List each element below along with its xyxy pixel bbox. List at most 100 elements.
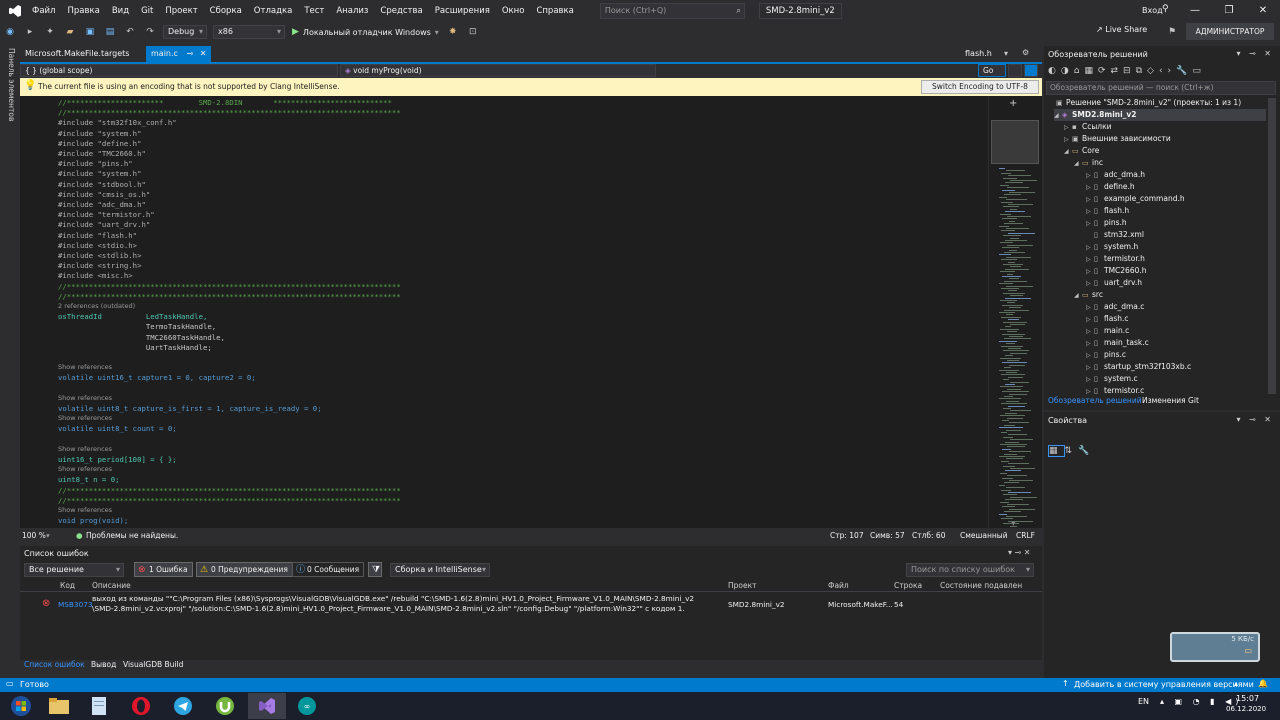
feedback-icon[interactable]: ⚑: [1164, 24, 1180, 40]
line-indicator[interactable]: Стр: 107: [830, 531, 864, 540]
utorrent-icon[interactable]: [206, 693, 244, 719]
sync-icon[interactable]: ⇄: [1111, 66, 1124, 76]
close-button[interactable]: ✕: [1246, 0, 1280, 22]
tree-item[interactable]: ▷ ▯ pins.h: [1086, 217, 1266, 229]
tree-item[interactable]: ◢ ◈ SMD2.8mini_v2: [1054, 109, 1266, 121]
expand-arrow-icon[interactable]: ◢: [1054, 110, 1062, 122]
start-debug-button[interactable]: ▶ Локальный отладчик Windows ▾: [292, 27, 439, 37]
tab-main-c[interactable]: main.c ⊸ ✕: [146, 46, 212, 62]
menu-window[interactable]: Окно: [496, 0, 531, 22]
close-icon[interactable]: ✕: [200, 49, 207, 58]
error-search-input[interactable]: Поиск по списку ошибок: [906, 563, 1034, 577]
show-all-files-icon[interactable]: ⧉: [1136, 66, 1147, 76]
tree-item[interactable]: ▷ ▯ flash.h: [1086, 205, 1266, 217]
quick-search-input[interactable]: Поиск (Ctrl+Q) ⌕: [599, 3, 745, 19]
col-line[interactable]: Строка: [894, 581, 922, 590]
new-item-icon[interactable]: ✦: [42, 24, 58, 40]
visual-studio-taskbar-icon[interactable]: [248, 693, 286, 719]
tree-item[interactable]: ▷ ▯ adc_dma.h: [1086, 169, 1266, 181]
pin-icon[interactable]: ⊸: [186, 49, 193, 58]
property-pages-icon[interactable]: 🔧: [1078, 446, 1095, 456]
file-explorer-icon[interactable]: [40, 693, 78, 719]
errors-filter-toggle[interactable]: ⊗ 1 Ошибка: [134, 562, 193, 577]
start-button-icon[interactable]: [2, 693, 40, 719]
minimize-button[interactable]: —: [1178, 0, 1212, 22]
tree-item[interactable]: ▯ stm32.xml: [1086, 229, 1266, 241]
properties-wrench-icon[interactable]: 🔧: [1176, 66, 1192, 76]
expand-arrow-icon[interactable]: ◢: [1074, 158, 1082, 170]
forward-icon[interactable]: ◑: [1061, 66, 1074, 76]
messages-filter-toggle[interactable]: ⓘ 0 Сообщения: [292, 562, 365, 577]
warnings-filter-toggle[interactable]: ⚠ 0 Предупреждения: [196, 562, 293, 577]
codelens-hint[interactable]: Show references: [58, 394, 112, 402]
tree-item[interactable]: ▷ ▯ system.h: [1086, 241, 1266, 253]
undo-icon[interactable]: ↶: [122, 24, 138, 40]
col-code[interactable]: Код: [60, 581, 75, 590]
menu-tools[interactable]: Средства: [374, 0, 428, 22]
column-indicator[interactable]: Стлб: 60: [912, 531, 945, 540]
chevron-up-icon[interactable]: ▴: [1234, 679, 1238, 688]
toolbox-side-tab[interactable]: Панель элементов: [0, 42, 20, 678]
tree-item[interactable]: ▷ ▯ uart_drv.h: [1086, 277, 1266, 289]
live-share-button[interactable]: ↗ Live Share: [1096, 25, 1147, 34]
tree-item[interactable]: ▷ ▯ pins.c: [1086, 349, 1266, 361]
col-file[interactable]: Файл: [828, 581, 849, 590]
add-to-source-control[interactable]: Добавить в систему управления версиями: [1074, 680, 1254, 689]
screenshot-icon[interactable]: ⊡: [465, 24, 481, 40]
codelens-hint[interactable]: Show references: [58, 506, 112, 514]
alphabetical-icon[interactable]: ⇅: [1065, 446, 1079, 456]
tab-makefile-targets[interactable]: Microsoft.MakeFile.targets: [20, 46, 134, 62]
expand-arrow-icon[interactable]: ◢: [1074, 290, 1082, 302]
codelens-hint[interactable]: 2 references (outdated): [58, 302, 135, 310]
telegram-icon[interactable]: [164, 693, 202, 719]
error-code-link[interactable]: MSB3073: [58, 600, 93, 609]
clock-time[interactable]: 15:07: [1236, 694, 1259, 703]
scope-select[interactable]: { } (global scope): [20, 64, 338, 77]
opera-browser-icon[interactable]: [122, 693, 160, 719]
clock-date[interactable]: 06.12.2020: [1226, 705, 1266, 713]
menu-view[interactable]: Вид: [106, 0, 135, 22]
codelens-hint[interactable]: Show references: [58, 465, 112, 473]
zoom-level[interactable]: 100 %: [22, 531, 46, 540]
hot-reload-icon[interactable]: ✸: [445, 24, 461, 40]
table-row[interactable]: ⊗ MSB3073 выход из команды ""C:\Program …: [20, 594, 1042, 616]
keyboard-language[interactable]: EN: [1138, 697, 1149, 706]
tab-flash-h[interactable]: flash.h: [960, 46, 997, 62]
tab-output[interactable]: Вывод: [91, 660, 116, 669]
editor-minimap-scrollbar[interactable]: + ▼: [988, 96, 1042, 528]
tab-error-list[interactable]: Список ошибок: [24, 660, 85, 669]
filter-icon[interactable]: ⧩: [368, 562, 382, 577]
tab-solution-explorer[interactable]: Обозреватель решений: [1048, 396, 1142, 405]
switch-encoding-button[interactable]: Switch Encoding to UTF-8: [921, 80, 1039, 94]
tree-item[interactable]: ▷ ▯ define.h: [1086, 181, 1266, 193]
pending-changes-icon[interactable]: ⟳: [1098, 66, 1111, 76]
tree-item[interactable]: ▷ ▯ main.c: [1086, 325, 1266, 337]
build-filter-select[interactable]: Сборка и IntelliSense: [390, 563, 490, 577]
codelens-hint[interactable]: Show references: [58, 445, 112, 453]
menu-extensions[interactable]: Расширения: [429, 0, 496, 22]
login-link[interactable]: Вход: [1142, 6, 1163, 15]
menu-test[interactable]: Тест: [298, 0, 330, 22]
arduino-icon[interactable]: ∞: [288, 693, 326, 719]
char-indicator[interactable]: Симв: 57: [870, 531, 905, 540]
save-all-icon[interactable]: ▤: [102, 24, 118, 40]
panel-options-icon[interactable]: ▾ ⊸ ✕: [1008, 548, 1031, 557]
function-select[interactable]: ◈ void myProg(void): [340, 64, 656, 77]
preview-icon[interactable]: ◇: [1147, 66, 1159, 76]
col-suppression[interactable]: Состояние подавлен: [940, 581, 1022, 590]
menu-file[interactable]: Файл: [26, 0, 61, 22]
menu-debug[interactable]: Отладка: [248, 0, 299, 22]
configuration-select[interactable]: Debug: [163, 25, 207, 39]
tree-item[interactable]: ▷ ▯ flash.c: [1086, 313, 1266, 325]
expand-arrow-icon[interactable]: ◢: [1064, 146, 1072, 158]
network-speed-widget[interactable]: 5 КБ/с ▭: [1170, 632, 1260, 662]
home-icon[interactable]: ⌂: [1074, 66, 1085, 76]
platform-select[interactable]: x86: [213, 25, 285, 39]
forward-icon[interactable]: ▸: [22, 24, 38, 40]
menu-project[interactable]: Проект: [159, 0, 203, 22]
tab-visualgdb-build[interactable]: VisualGDB Build: [123, 660, 183, 669]
panel-options-icon[interactable]: ▾ ⊸ ✕: [1236, 415, 1274, 424]
tree-item[interactable]: ▷ ▣ Внешние зависимости: [1064, 133, 1266, 145]
tree-item[interactable]: ◢ ▭ Core: [1064, 145, 1266, 157]
tree-item[interactable]: ▷ ▯ example_command.h: [1086, 193, 1266, 205]
